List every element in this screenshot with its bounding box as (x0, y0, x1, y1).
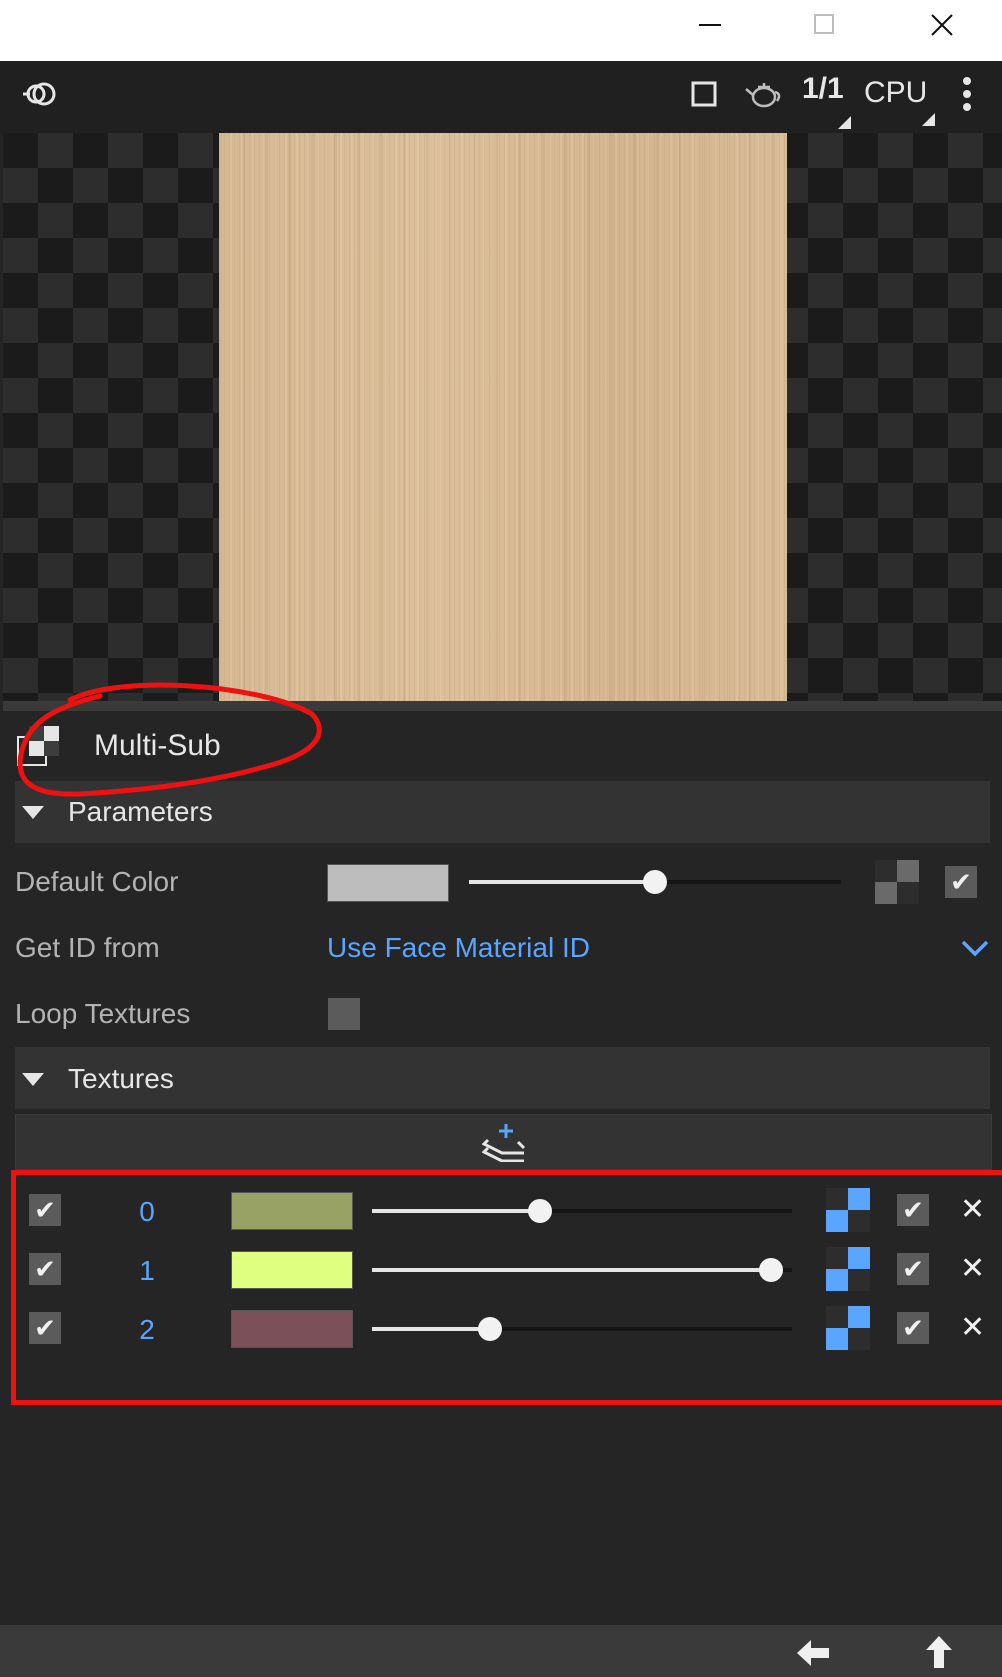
default-color-enable-checkbox[interactable]: ✔ (945, 866, 977, 898)
teapot-icon (745, 83, 781, 108)
loop-textures-label: Loop Textures (15, 998, 191, 1029)
check-icon: ✔ (950, 867, 972, 897)
material-preview-image (219, 133, 787, 701)
add-layer-icon (481, 1124, 525, 1162)
preview-toolbar (0, 61, 1002, 133)
loop-textures-checkbox[interactable] (328, 998, 360, 1030)
bottom-navigation-bar (0, 1625, 1002, 1677)
more-options-button[interactable] (952, 74, 982, 114)
get-id-from-label: Get ID from (15, 932, 160, 963)
default-color-swatch[interactable] (327, 864, 449, 902)
render-mode-button[interactable]: CPU (864, 76, 927, 110)
textures-section-title: Textures (68, 1063, 174, 1094)
default-color-map-button[interactable] (875, 860, 919, 904)
up-button[interactable] (924, 1636, 954, 1675)
default-color-slider-fill (469, 880, 655, 884)
arrow-up-icon (926, 1636, 952, 1668)
chevron-down-icon[interactable] (960, 938, 990, 958)
default-color-label: Default Color (15, 866, 179, 897)
minimize-button[interactable] (680, 0, 740, 50)
render-engine-logo-icon[interactable] (20, 74, 60, 114)
preview-ratio-button[interactable]: 1/1 (802, 72, 844, 106)
annotation-rectangle (11, 1170, 1002, 1405)
close-icon (931, 14, 953, 36)
annotation-circle (17, 682, 322, 797)
get-id-from-dropdown[interactable]: Use Face Material ID (327, 932, 590, 964)
back-button[interactable] (797, 1638, 831, 1673)
preview-shape-square-button[interactable] (686, 76, 722, 112)
close-window-button[interactable] (912, 0, 972, 50)
minimize-icon (699, 24, 721, 26)
default-color-slider-handle[interactable] (643, 870, 667, 894)
more-vertical-icon (963, 77, 971, 111)
maximize-button[interactable] (795, 0, 855, 50)
render-mode-dropdown-corner-icon (922, 113, 935, 126)
add-texture-button[interactable] (15, 1114, 992, 1170)
preview-shape-teapot-button[interactable] (742, 74, 786, 114)
arrow-left-icon (797, 1640, 829, 1666)
maximize-icon (814, 14, 834, 34)
ratio-dropdown-corner-icon (838, 116, 851, 129)
square-icon (691, 81, 717, 107)
textures-collapse-icon[interactable] (22, 1073, 44, 1086)
